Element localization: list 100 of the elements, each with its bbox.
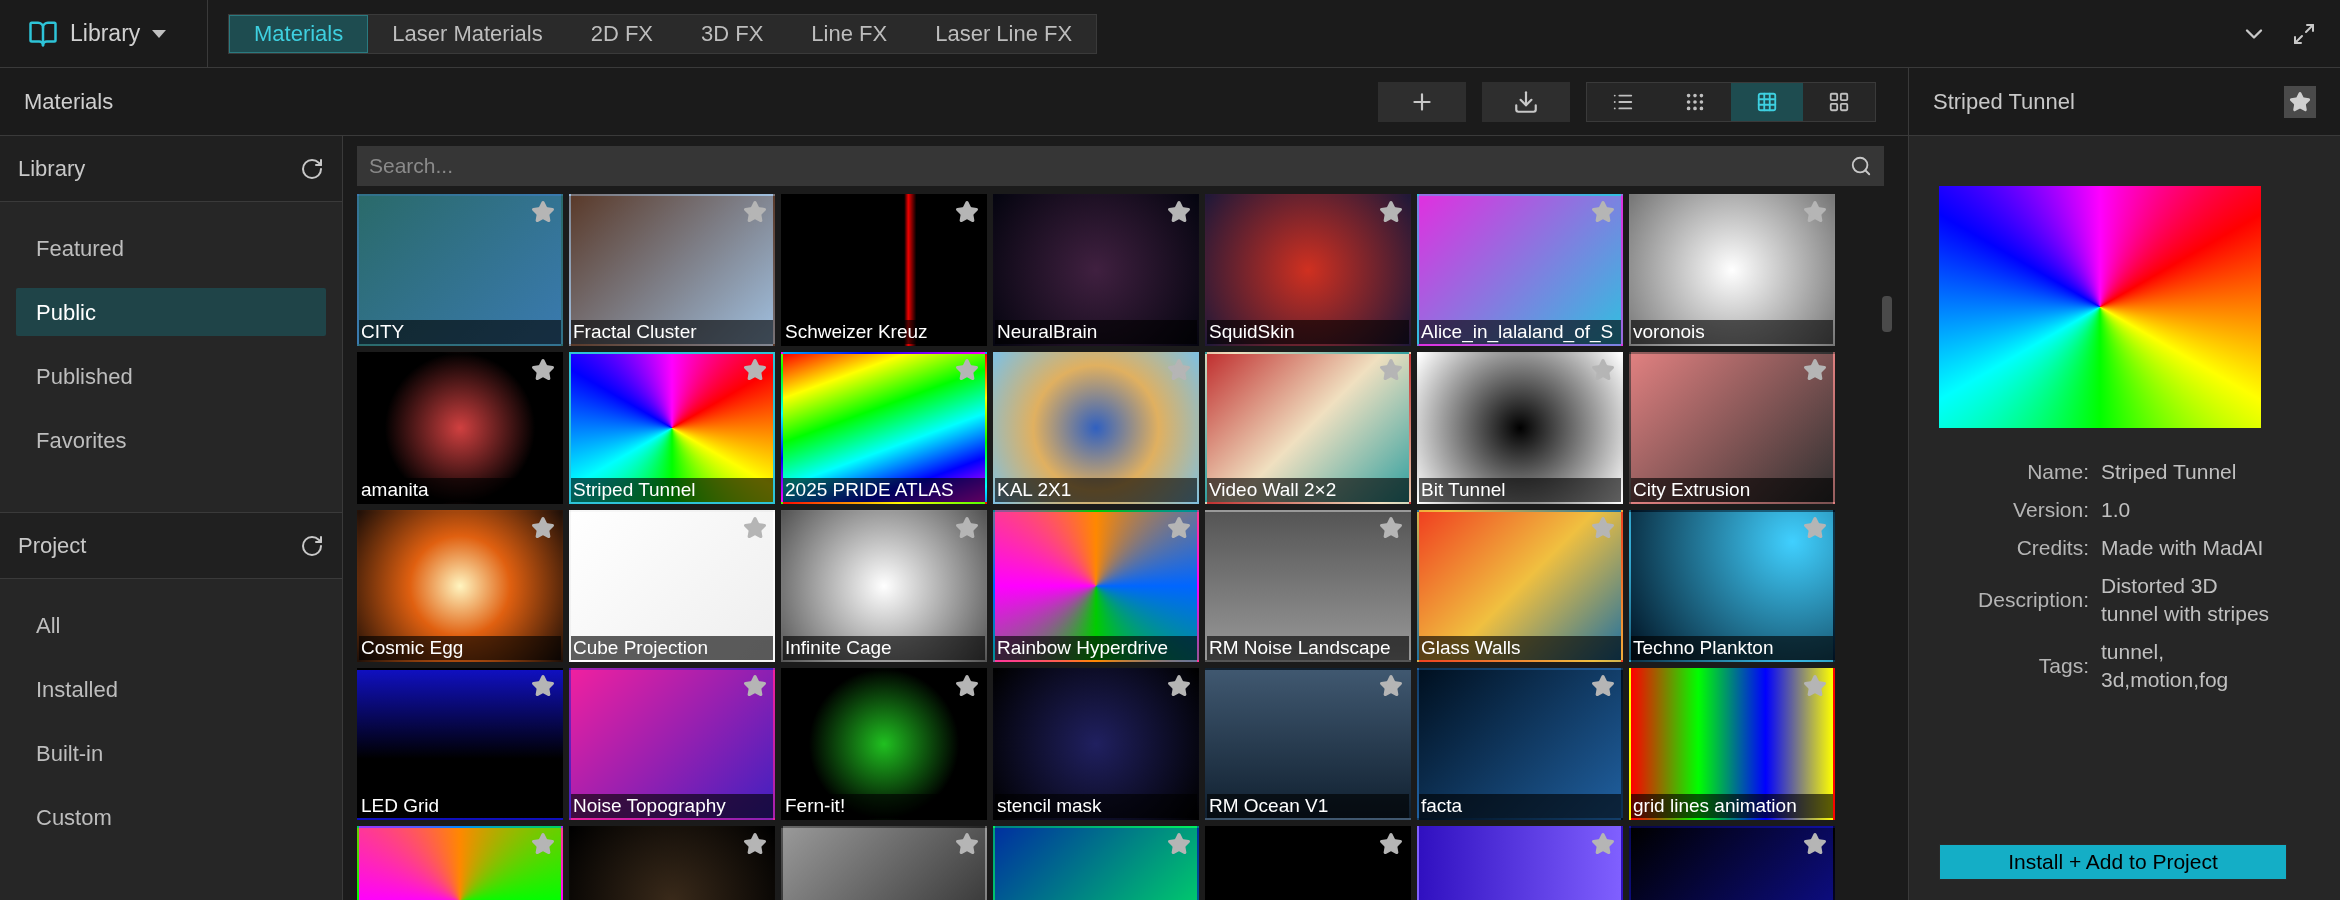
star-icon[interactable] — [1167, 674, 1191, 698]
star-icon[interactable] — [1803, 674, 1827, 698]
star-icon[interactable] — [743, 674, 767, 698]
tile-label: Alice_in_lalaland_of_S — [1419, 320, 1621, 344]
material-tile[interactable]: RM Ocean V1 — [1205, 668, 1411, 820]
star-icon[interactable] — [1167, 832, 1191, 856]
material-tile[interactable]: KAL 2X1 — [993, 352, 1199, 504]
material-tile[interactable]: Schweizer Kreuz — [781, 194, 987, 346]
material-tile[interactable]: NeuralBrain — [993, 194, 1199, 346]
material-tile[interactable]: Striped Tunnel — [569, 352, 775, 504]
star-icon[interactable] — [1379, 674, 1403, 698]
material-tile[interactable]: Cosmic Egg — [357, 510, 563, 662]
material-tile[interactable]: stencil mask — [993, 668, 1199, 820]
star-icon[interactable] — [531, 832, 555, 856]
install-button[interactable]: Install + Add to Project — [1939, 844, 2287, 880]
star-icon[interactable] — [531, 358, 555, 382]
material-tile[interactable]: grid lines animation — [1629, 668, 1835, 820]
star-icon[interactable] — [1379, 200, 1403, 224]
search-field[interactable]: Search... — [357, 146, 1884, 186]
tab[interactable]: Laser Materials — [368, 14, 567, 53]
sidebar-item[interactable]: Built-in — [16, 729, 326, 777]
tile-label: facta — [1419, 794, 1621, 818]
material-tile[interactable]: Video Wall 2×2 — [1205, 352, 1411, 504]
material-tile[interactable]: 2025 PRIDE ATLAS — [781, 352, 987, 504]
refresh-icon[interactable] — [300, 156, 324, 181]
star-icon[interactable] — [1379, 832, 1403, 856]
star-icon[interactable] — [743, 832, 767, 856]
sidebar-item[interactable]: Custom — [16, 793, 326, 841]
star-icon[interactable] — [531, 674, 555, 698]
tab[interactable]: Materials — [229, 14, 369, 53]
material-tile[interactable]: Glass Walls — [1417, 510, 1623, 662]
star-icon[interactable] — [743, 516, 767, 540]
tile-label: voronois — [1631, 320, 1833, 344]
download-button[interactable] — [1482, 81, 1570, 122]
star-icon[interactable] — [955, 832, 979, 856]
star-icon[interactable] — [955, 674, 979, 698]
star-icon — [2289, 90, 2311, 113]
material-tile[interactable]: SquidSkin — [1205, 194, 1411, 346]
field-label: Name: — [2026, 459, 2089, 485]
material-tile[interactable]: amanita — [357, 352, 563, 504]
tile-label: 2025 PRIDE ATLAS — [783, 478, 985, 502]
star-icon[interactable] — [743, 200, 767, 224]
library-menu-button[interactable]: Library — [0, 0, 208, 67]
star-icon[interactable] — [1803, 832, 1827, 856]
scrollbar-thumb[interactable] — [1882, 296, 1892, 332]
material-tile[interactable]: facta — [1417, 668, 1623, 820]
sidebar-item[interactable]: Featured — [16, 224, 326, 272]
star-icon[interactable] — [743, 358, 767, 382]
material-tile[interactable]: City Extrusion — [1629, 352, 1835, 504]
star-icon[interactable] — [1803, 516, 1827, 540]
material-tile[interactable]: Fractal Cluster — [569, 194, 775, 346]
large-grid-icon — [1828, 90, 1850, 113]
tile-label: City Extrusion — [1631, 478, 1833, 502]
material-tile[interactable]: Rainbow Hyperdrive — [993, 510, 1199, 662]
star-icon[interactable] — [1379, 516, 1403, 540]
field-label: Credits: — [2015, 535, 2089, 561]
refresh-icon[interactable] — [300, 533, 324, 558]
material-tile[interactable]: Infinite Cage — [781, 510, 987, 662]
star-icon[interactable] — [1167, 516, 1191, 540]
material-tile[interactable]: RM Noise Landscape — [1205, 510, 1411, 662]
sidebar-item[interactable]: Favorites — [16, 416, 326, 464]
star-icon[interactable] — [955, 516, 979, 540]
sidebar-item[interactable]: Published — [16, 352, 326, 400]
view-mode-button[interactable] — [1731, 82, 1803, 121]
star-icon[interactable] — [1591, 674, 1615, 698]
star-icon[interactable] — [1803, 358, 1827, 382]
material-tile[interactable]: CITY — [357, 194, 563, 346]
search-input[interactable]: Search... — [369, 150, 1850, 182]
material-tile[interactable]: Noise Topography — [569, 668, 775, 820]
material-tile[interactable]: Alice_in_lalaland_of_S — [1417, 194, 1623, 346]
favorite-toggle[interactable] — [2284, 85, 2316, 118]
sidebar-item[interactable]: All — [16, 601, 326, 649]
star-icon[interactable] — [1591, 358, 1615, 382]
material-tile[interactable]: voronois — [1629, 194, 1835, 346]
star-icon[interactable] — [1803, 200, 1827, 224]
field-label: Tags: — [2037, 653, 2089, 679]
panel-title: Materials — [24, 88, 114, 116]
star-icon[interactable] — [1167, 200, 1191, 224]
expand-icon[interactable] — [2292, 21, 2316, 46]
material-tile[interactable]: Bit Tunnel — [1417, 352, 1623, 504]
star-icon[interactable] — [1591, 516, 1615, 540]
material-tile[interactable]: Fern-it! — [781, 668, 987, 820]
tab[interactable]: 2D FX — [566, 14, 677, 53]
sidebar-item[interactable]: Public — [16, 288, 326, 336]
star-icon[interactable] — [531, 200, 555, 224]
tab[interactable]: Laser Line FX — [911, 14, 1097, 53]
material-tile[interactable]: Cube Projection — [569, 510, 775, 662]
material-tile[interactable]: Techno Plankton — [1629, 510, 1835, 662]
star-icon[interactable] — [955, 358, 979, 382]
tile-label: Fractal Cluster — [571, 320, 773, 344]
tab[interactable]: 3D FX — [677, 14, 788, 53]
star-icon[interactable] — [531, 516, 555, 540]
material-tile[interactable]: LED Grid — [357, 668, 563, 820]
sidebar-item[interactable]: Installed — [16, 665, 326, 713]
star-icon[interactable] — [1167, 358, 1191, 382]
tab[interactable]: Line FX — [787, 14, 912, 53]
star-icon[interactable] — [1379, 358, 1403, 382]
star-icon[interactable] — [955, 200, 979, 224]
star-icon[interactable] — [1591, 832, 1615, 856]
star-icon[interactable] — [1591, 200, 1615, 224]
